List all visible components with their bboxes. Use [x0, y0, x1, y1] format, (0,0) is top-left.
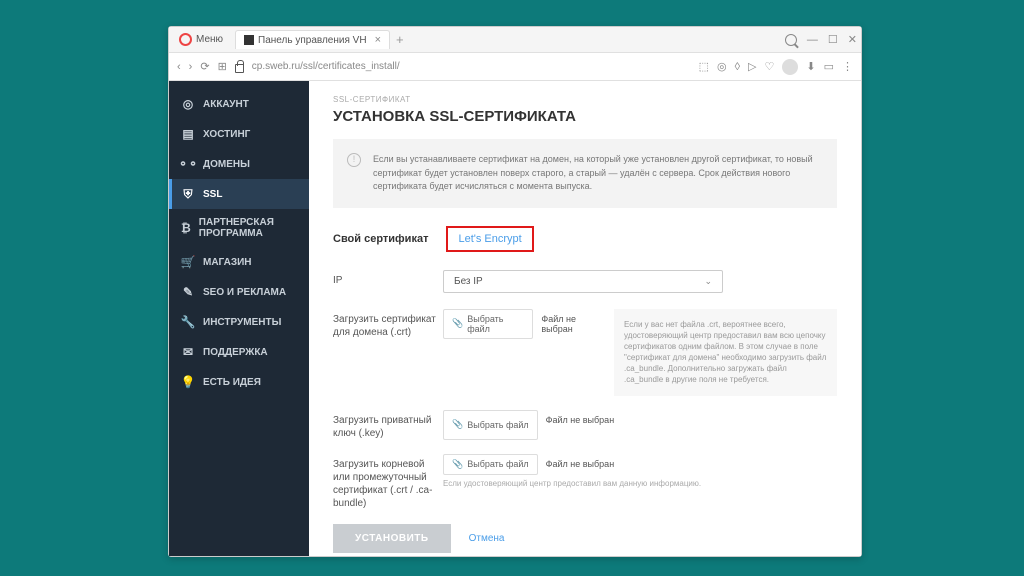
- bundle-file-status: Файл не выбран: [546, 454, 615, 475]
- bag-icon: ₿: [181, 221, 191, 235]
- cert-tabs: Свой сертификат Let's Encrypt: [333, 226, 837, 252]
- heart-icon[interactable]: ♡: [765, 60, 775, 73]
- user-icon: ◎: [181, 97, 195, 111]
- sidebar-item-hosting[interactable]: ▤ХОСТИНГ: [169, 119, 309, 149]
- wrench-icon: 🔧: [181, 315, 195, 329]
- clip-icon: 📎: [452, 459, 463, 470]
- key-label: Загрузить приватный ключ (.key): [333, 410, 443, 440]
- reload-icon[interactable]: ⟳: [200, 60, 209, 73]
- ip-label: IP: [333, 270, 443, 293]
- crt-label: Загрузить сертификат для домена (.crt): [333, 309, 443, 396]
- back-icon[interactable]: ‹: [177, 61, 181, 73]
- bundle-file-button[interactable]: 📎Выбрать файл: [443, 454, 538, 475]
- favicon-icon: [244, 35, 254, 45]
- sidebar-item-idea[interactable]: 💡ЕСТЬ ИДЕЯ: [169, 367, 309, 397]
- sidebar-item-support[interactable]: ✉ПОДДЕРЖКА: [169, 337, 309, 367]
- avatar-icon[interactable]: [782, 59, 798, 75]
- url-field[interactable]: cp.sweb.ru/ssl/certificates_install/: [252, 61, 691, 72]
- ext-icon[interactable]: ⬚: [699, 60, 709, 73]
- sidebar: ◎АККАУНТ ▤ХОСТИНГ ⚬⚬ДОМЕНЫ ⛨SSL ₿ПАРТНЕР…: [169, 81, 309, 556]
- sidebar-item-account[interactable]: ◎АККАУНТ: [169, 89, 309, 119]
- main-content: SSL-СЕРТИФИКАТ УСТАНОВКА SSL-СЕРТИФИКАТА…: [309, 81, 861, 556]
- pencil-icon: ✎: [181, 285, 195, 299]
- close-window-icon[interactable]: ✕: [848, 33, 857, 46]
- address-bar: ‹ › ⟳ ⊞ cp.sweb.ru/ssl/certificates_inst…: [169, 53, 861, 81]
- bundle-label: Загрузить корневой или промежуточный сер…: [333, 454, 443, 510]
- browser-menu-button[interactable]: Меню: [173, 31, 229, 48]
- cancel-link[interactable]: Отмена: [469, 533, 505, 544]
- forward-icon[interactable]: ›: [189, 61, 193, 73]
- maximize-icon[interactable]: ☐: [828, 33, 838, 46]
- info-icon: !: [347, 153, 361, 167]
- chevron-down-icon: ⌄: [704, 276, 712, 287]
- key-file-button[interactable]: 📎Выбрать файл: [443, 410, 538, 440]
- sidebar-item-seo[interactable]: ✎SEO И РЕКЛАМА: [169, 277, 309, 307]
- lock-icon: [235, 64, 244, 73]
- browser-chrome: Меню Панель управления VH× + — ☐ ✕: [169, 27, 861, 53]
- server-icon: ▤: [181, 127, 195, 141]
- sidebar-item-partner[interactable]: ₿ПАРТНЕРСКАЯ ПРОГРАММА: [169, 209, 309, 247]
- sidebar-item-shop[interactable]: 🛒МАГАЗИН: [169, 247, 309, 277]
- sidebar-item-tools[interactable]: 🔧ИНСТРУМЕНТЫ: [169, 307, 309, 337]
- browser-window: Меню Панель управления VH× + — ☐ ✕ ‹ › ⟳…: [168, 26, 862, 557]
- download-icon[interactable]: ⬇: [806, 60, 815, 73]
- bundle-hint: Если удостоверяющий центр предоставил ва…: [443, 479, 837, 488]
- key-file-status: Файл не выбран: [546, 410, 615, 440]
- speed-dial-icon[interactable]: ⊞: [218, 60, 227, 73]
- cart-icon: 🛒: [181, 255, 195, 269]
- shield-icon[interactable]: ◊: [735, 61, 740, 73]
- page-title: УСТАНОВКА SSL-СЕРТИФИКАТА: [333, 108, 837, 125]
- battery-icon[interactable]: ▭: [824, 60, 834, 73]
- domains-icon: ⚬⚬: [181, 157, 195, 171]
- camera-icon[interactable]: ◎: [717, 60, 727, 73]
- crt-file-status: Файл не выбран: [541, 309, 606, 334]
- mail-icon: ✉: [181, 345, 195, 359]
- ip-select[interactable]: Без IP⌄: [443, 270, 723, 293]
- clip-icon: 📎: [452, 318, 463, 329]
- breadcrumb: SSL-СЕРТИФИКАТ: [333, 95, 837, 104]
- new-tab-button[interactable]: +: [396, 32, 404, 47]
- crt-hint: Если у вас нет файла .crt, вероятнее все…: [614, 309, 837, 396]
- shield-icon: ⛨: [181, 187, 195, 201]
- sidebar-item-domains[interactable]: ⚬⚬ДОМЕНЫ: [169, 149, 309, 179]
- close-tab-icon[interactable]: ×: [375, 34, 381, 46]
- more-icon[interactable]: ⋮: [842, 60, 853, 73]
- browser-tab[interactable]: Панель управления VH×: [235, 30, 390, 49]
- play-icon[interactable]: ▷: [748, 60, 756, 73]
- bulb-icon: 💡: [181, 375, 195, 389]
- search-icon[interactable]: [785, 34, 797, 46]
- opera-icon: [179, 33, 192, 46]
- clip-icon: 📎: [452, 419, 463, 430]
- install-button[interactable]: УСТАНОВИТЬ: [333, 524, 451, 553]
- sidebar-item-ssl[interactable]: ⛨SSL: [169, 179, 309, 209]
- tab-lets-encrypt[interactable]: Let's Encrypt: [446, 226, 533, 252]
- crt-file-button[interactable]: 📎Выбрать файл: [443, 309, 533, 339]
- tab-own-cert[interactable]: Свой сертификат: [333, 229, 428, 249]
- minimize-icon[interactable]: —: [807, 34, 818, 46]
- info-notice: ! Если вы устанавливаете сертификат на д…: [333, 139, 837, 208]
